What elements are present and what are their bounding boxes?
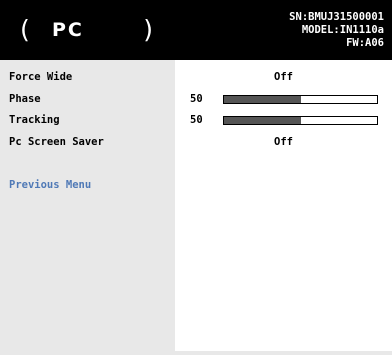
menu-title: PC	[52, 19, 84, 41]
device-info: SN:BMUJ31500001 MODEL:IN1110a FW:A06	[289, 11, 384, 50]
firmware-version: FW:A06	[346, 37, 384, 49]
menu-item-phase[interactable]: Phase	[9, 93, 41, 106]
menu-title-group: ( PC )	[0, 13, 170, 47]
phase-slider-fill	[224, 96, 301, 103]
title-right-bracket: )	[141, 15, 157, 44]
tracking-slider[interactable]	[223, 116, 378, 125]
pc-settings-osd: ( PC ) SN:BMUJ31500001 MODEL:IN1110a FW:…	[0, 0, 392, 355]
phase-value: 50	[190, 93, 203, 105]
tracking-value: 50	[190, 114, 203, 126]
bottom-divider	[175, 351, 392, 355]
menu-item-force-wide[interactable]: Force Wide	[9, 71, 72, 84]
menu-item-tracking[interactable]: Tracking	[9, 114, 60, 127]
model-number: MODEL:IN1110a	[301, 24, 384, 36]
previous-menu-link[interactable]: Previous Menu	[9, 179, 91, 192]
header-bar: ( PC ) SN:BMUJ31500001 MODEL:IN1110a FW:…	[0, 0, 392, 60]
tracking-slider-fill	[224, 117, 301, 124]
pc-screen-saver-value[interactable]: Off	[175, 136, 392, 149]
force-wide-value[interactable]: Off	[175, 71, 392, 84]
phase-slider[interactable]	[223, 95, 378, 104]
serial-number: SN:BMUJ31500001	[289, 11, 384, 23]
menu-values-panel: Off 50 50 Off	[175, 60, 392, 351]
title-left-bracket: (	[17, 15, 33, 44]
menu-labels-panel: Force Wide Phase Tracking Pc Screen Save…	[0, 60, 175, 355]
menu-item-pc-screen-saver[interactable]: Pc Screen Saver	[9, 136, 104, 149]
